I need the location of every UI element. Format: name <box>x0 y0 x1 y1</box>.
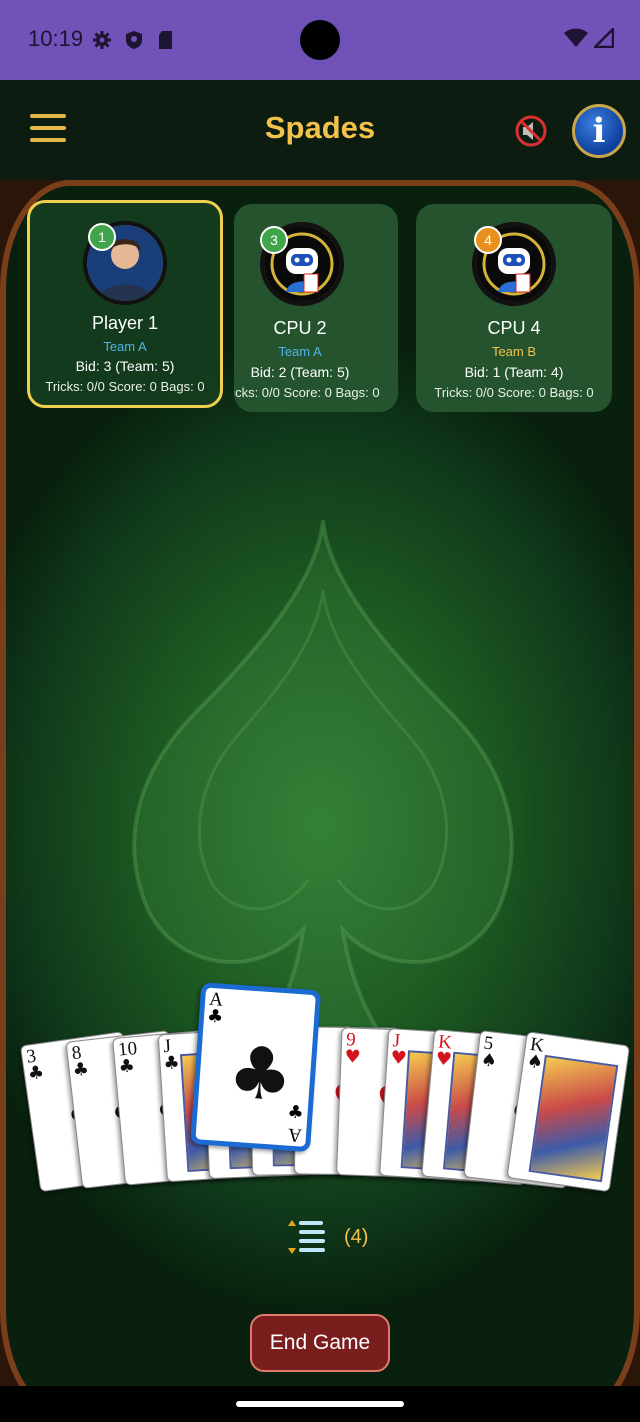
card-suit: ♣ <box>206 1005 224 1028</box>
seat-badge: 1 <box>88 223 116 251</box>
status-bar: 10:19 <box>0 0 640 80</box>
info-button[interactable]: i <box>572 104 626 158</box>
selected-card[interactable]: A ♣ ♣ ♣ A <box>190 982 322 1153</box>
seat-badge: 3 <box>260 226 288 254</box>
card-suit: ♠ <box>524 1050 544 1074</box>
sd-card-icon <box>156 30 176 50</box>
player-stats: Tricks: 0/0 Score: 0 Bags: 0 <box>434 385 594 400</box>
card-rank-bottom: A <box>287 1123 303 1146</box>
mute-icon[interactable] <box>514 114 548 148</box>
player-bid: Bid: 3 (Team: 5) <box>75 358 175 374</box>
card-suit: ♣ <box>117 1055 136 1078</box>
spade-watermark-icon <box>132 520 514 1060</box>
card-suit: ♣ <box>162 1052 181 1075</box>
player-team: Team A <box>103 339 147 354</box>
shield-icon <box>124 30 144 50</box>
player-team: Team B <box>491 344 537 359</box>
wifi-icon <box>564 28 588 47</box>
sort-count: (4) <box>344 1226 369 1248</box>
camera-cutout <box>300 20 340 60</box>
player-name: CPU 4 <box>487 318 541 338</box>
player-bid: Bid: 1 (Team: 4) <box>464 364 564 380</box>
seat-badge: 4 <box>474 226 502 254</box>
card-suit: ♣ <box>26 1061 46 1085</box>
player-name: Player 1 <box>91 313 159 333</box>
card-suit-bottom: ♣ <box>286 1101 305 1124</box>
status-icons <box>92 30 176 50</box>
face-card-art <box>528 1054 618 1183</box>
system-icons <box>564 28 614 48</box>
card-suit: ♥ <box>389 1047 407 1070</box>
signal-icon <box>594 28 614 48</box>
navigation-bar <box>0 1386 640 1422</box>
game-table: 1 Player 1 Team A Bid: 3 (Team: 5) Trick… <box>0 180 640 1386</box>
home-handle[interactable] <box>236 1401 404 1407</box>
clock: 10:19 <box>28 26 84 51</box>
sort-icon[interactable] <box>284 1218 328 1258</box>
end-game-button[interactable]: End Game <box>250 1314 390 1372</box>
card-suit: ♠ <box>479 1049 499 1073</box>
card-suit: ♥ <box>434 1048 453 1071</box>
card-suit: ♣ <box>71 1058 91 1082</box>
hand-card[interactable]: K ♠ <box>506 1031 630 1193</box>
app-bar: Spades i <box>0 80 640 180</box>
settings-icon <box>92 30 112 50</box>
player-card-cpu-4[interactable]: 4 CPU 4 Team B Bid: 1 (Team: 4) Tricks: … <box>416 204 612 412</box>
card-pip: ♣ <box>225 1029 296 1118</box>
card-suit: ♥ <box>344 1046 362 1068</box>
player-stats: Tricks: 0/0 Score: 0 Bags: 0 <box>45 379 205 394</box>
player-card-player-1[interactable]: 1 Player 1 Team A Bid: 3 (Team: 5) Trick… <box>27 200 223 408</box>
